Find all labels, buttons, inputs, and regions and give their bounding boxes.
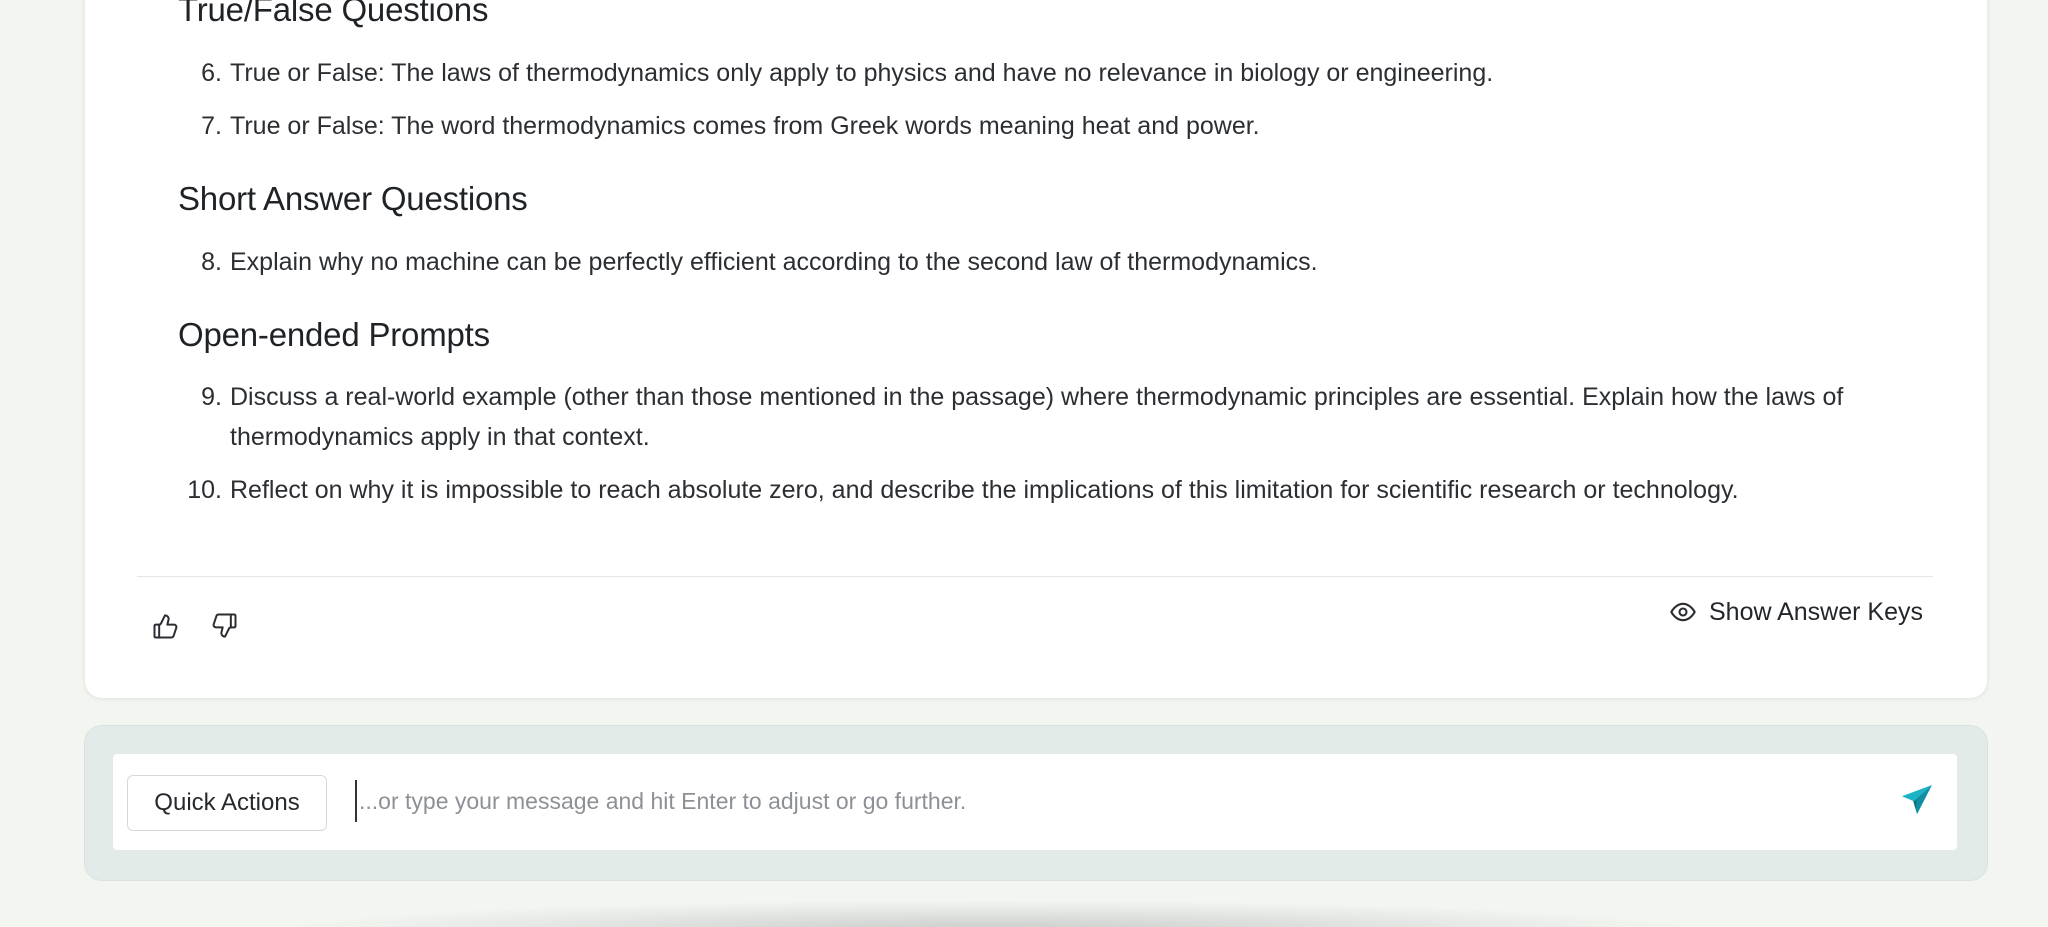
composer-input-area: Quick Actions	[113, 754, 1957, 850]
response-card: True/False Questions 6. True or False: Th…	[84, 0, 1988, 699]
send-icon	[1899, 782, 1935, 823]
question-item: 10. Reflect on why it is impossible to re…	[178, 470, 1978, 510]
section-heading-open-ended: Open-ended Prompts	[178, 316, 490, 353]
thumbs-up-icon	[151, 613, 179, 646]
question-number: 8.	[201, 248, 222, 276]
thumbs-down-button[interactable]	[207, 609, 243, 645]
divider	[137, 576, 1933, 577]
composer: Quick Actions	[84, 725, 1988, 881]
question-item: 7. True or False: The word thermodynamics…	[178, 106, 1978, 146]
eye-icon	[1669, 598, 1697, 626]
question-text: True or False: The word thermodynamics c…	[230, 112, 1260, 140]
show-answer-keys-label: Show Answer Keys	[1709, 597, 1923, 626]
question-item: 9. Discuss a real-world example (other th…	[178, 377, 1978, 457]
quick-actions-button[interactable]: Quick Actions	[127, 775, 327, 831]
question-text: Discuss a real-world example (other than…	[230, 383, 1844, 451]
question-text: Reflect on why it is impossible to reach…	[230, 476, 1739, 504]
question-number: 6.	[201, 59, 222, 87]
message-input[interactable]	[355, 780, 1861, 822]
thumbs-down-icon	[211, 611, 239, 644]
question-item: 6. True or False: The laws of thermodynam…	[178, 53, 1978, 93]
question-text: True or False: The laws of thermodynamic…	[230, 59, 1494, 87]
send-button[interactable]	[1897, 782, 1937, 822]
thumbs-up-button[interactable]	[147, 611, 183, 647]
show-answer-keys-button[interactable]: Show Answer Keys	[1669, 587, 1923, 637]
question-item: 8. Explain why no machine can be perfectl…	[178, 242, 1978, 282]
section-heading-true-false: True/False Questions	[178, 0, 489, 28]
question-text: Explain why no machine can be perfectly …	[230, 248, 1318, 276]
question-number: 7.	[201, 112, 222, 140]
question-number: 10.	[187, 476, 222, 504]
question-number: 9.	[201, 383, 222, 411]
page: True/False Questions 6. True or False: Th…	[0, 0, 2048, 927]
bottom-shadow	[280, 900, 1700, 927]
section-heading-short-answer: Short Answer Questions	[178, 180, 528, 217]
